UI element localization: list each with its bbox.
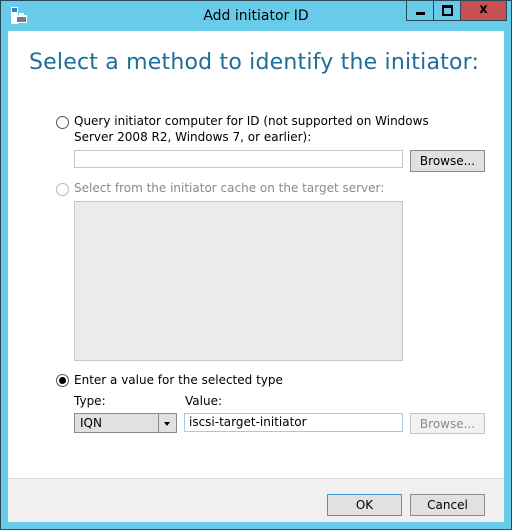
dialog-window: Add initiator ID x Select a method to id… — [0, 0, 512, 530]
type-dropdown[interactable]: IQN — [74, 413, 177, 433]
ok-button[interactable]: OK — [327, 494, 402, 516]
value-input[interactable]: iscsi-target-initiator — [184, 413, 403, 432]
type-dropdown-value: IQN — [80, 416, 102, 430]
query-initiator-label-line2: Server 2008 R2, Windows 7, or earlier): — [74, 130, 312, 144]
initiator-cache-radio[interactable] — [56, 183, 69, 196]
page-heading: Select a method to identify the initiato… — [29, 50, 480, 75]
type-label: Type: — [74, 394, 106, 408]
cancel-button[interactable]: Cancel — [410, 494, 485, 516]
dialog-footer: OK Cancel — [8, 478, 504, 522]
query-browse-button[interactable]: Browse... — [410, 150, 485, 172]
query-computer-input[interactable] — [74, 150, 403, 168]
query-initiator-label-line1: Query initiator computer for ID (not sup… — [74, 114, 429, 128]
initiator-cache-list[interactable] — [74, 201, 403, 361]
close-button[interactable]: x — [461, 1, 507, 21]
chevron-down-icon[interactable] — [158, 414, 176, 432]
enter-value-radio[interactable] — [56, 374, 69, 387]
title-bar[interactable]: Add initiator ID x — [1, 1, 511, 31]
enter-value-label: Enter a value for the selected type — [74, 373, 283, 387]
dialog-content: Select a method to identify the initiato… — [8, 31, 504, 522]
value-label: Value: — [185, 394, 222, 408]
minimize-button[interactable] — [406, 1, 434, 21]
maximize-button[interactable] — [434, 1, 461, 21]
close-icon: x — [479, 2, 488, 17]
initiator-cache-label: Select from the initiator cache on the t… — [74, 181, 385, 195]
value-browse-button[interactable]: Browse... — [410, 413, 485, 434]
query-initiator-radio[interactable] — [56, 116, 69, 129]
